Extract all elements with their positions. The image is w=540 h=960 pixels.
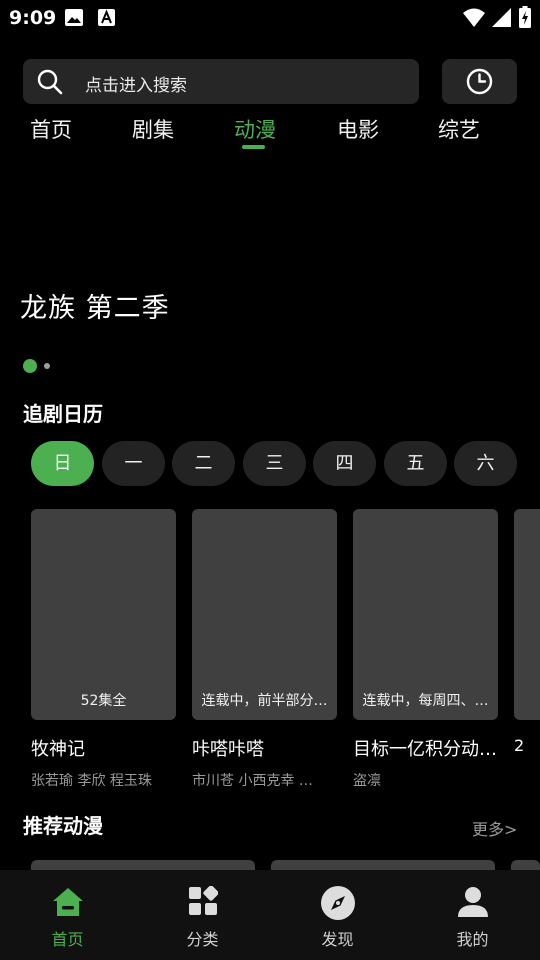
status-bar: 9:09 (0, 0, 540, 36)
more-link[interactable]: 更多> (472, 816, 517, 840)
gallery-notification-icon (65, 9, 83, 26)
status-time: 9:09 (9, 7, 57, 29)
episode-status: 52集全 (80, 693, 127, 709)
tab-series[interactable]: 剧集 (132, 114, 174, 144)
day-thu[interactable]: 四 (313, 441, 376, 486)
nav-profile-label: 我的 (456, 930, 489, 949)
show-card[interactable]: 连载中，前半部分… 咔嗒咔嗒 市川苍 小西克幸 … (192, 509, 337, 790)
tab-variety[interactable]: 综艺 (438, 114, 480, 144)
nav-discover-label: 发现 (321, 930, 354, 949)
show-cast: 市川苍 小西克幸 … (192, 773, 313, 789)
day-tue[interactable]: 二 (172, 441, 235, 486)
show-poster: 52集全 (31, 509, 176, 720)
tab-anime[interactable]: 动漫 (234, 114, 276, 144)
home-icon (52, 888, 83, 916)
show-card-partial[interactable] (514, 509, 540, 720)
banner-page-dot (44, 363, 50, 369)
person-icon (457, 887, 488, 917)
show-poster: 连载中，前半部分… (192, 509, 337, 720)
show-title: 目标一亿积分动… (353, 739, 497, 760)
show-poster: 连载中，每周四、… (353, 509, 498, 720)
show-cast: 张若瑜 李欣 程玉珠 (31, 773, 152, 789)
history-button[interactable] (442, 59, 517, 104)
nav-home-label: 首页 (51, 930, 84, 949)
show-title: 牧神记 (31, 739, 85, 760)
show-title: 咔嗒咔嗒 (192, 739, 264, 760)
day-sun[interactable]: 日 (31, 441, 94, 486)
day-sat[interactable]: 六 (454, 441, 517, 486)
bottom-navigation: 首页 分类 发现 我的 (0, 870, 540, 960)
day-wed[interactable]: 三 (243, 441, 306, 486)
show-cast: 盗凛 (353, 773, 381, 789)
compass-icon (320, 886, 355, 920)
search-icon (37, 69, 63, 95)
font-notification-icon (98, 9, 115, 26)
recommend-title: 推荐动漫 (23, 814, 103, 838)
episode-status: 连载中，前半部分… (201, 693, 328, 709)
calendar-title: 追剧日历 (23, 402, 103, 426)
show-title-partial: 2 (514, 736, 525, 755)
nav-category-label: 分类 (186, 930, 219, 949)
banner-title[interactable]: 龙族 第二季 (20, 286, 170, 325)
tab-home[interactable]: 首页 (30, 114, 72, 144)
day-mon[interactable]: 一 (102, 441, 165, 486)
tab-movies[interactable]: 电影 (337, 114, 379, 144)
search-placeholder: 点击进入搜索 (85, 76, 187, 96)
clock-icon (466, 68, 493, 95)
show-card[interactable]: 52集全 牧神记 张若瑜 李欣 程玉珠 (31, 509, 176, 790)
active-tab-indicator (242, 145, 265, 149)
search-bar[interactable]: 点击进入搜索 (23, 59, 419, 104)
show-card[interactable]: 连载中，每周四、… 目标一亿积分动… 盗凛 (353, 509, 498, 790)
nav-profile[interactable]: 我的 (405, 870, 540, 960)
nav-home[interactable]: 首页 (0, 870, 135, 960)
banner-page-dot-active (23, 359, 37, 373)
category-icon (188, 886, 218, 915)
wifi-icon (463, 8, 485, 27)
nav-discover[interactable]: 发现 (270, 870, 405, 960)
signal-icon (492, 8, 511, 27)
battery-charging-icon (519, 6, 531, 28)
episode-status: 连载中，每周四、… (362, 693, 489, 709)
day-fri[interactable]: 五 (384, 441, 447, 486)
nav-category[interactable]: 分类 (135, 870, 270, 960)
